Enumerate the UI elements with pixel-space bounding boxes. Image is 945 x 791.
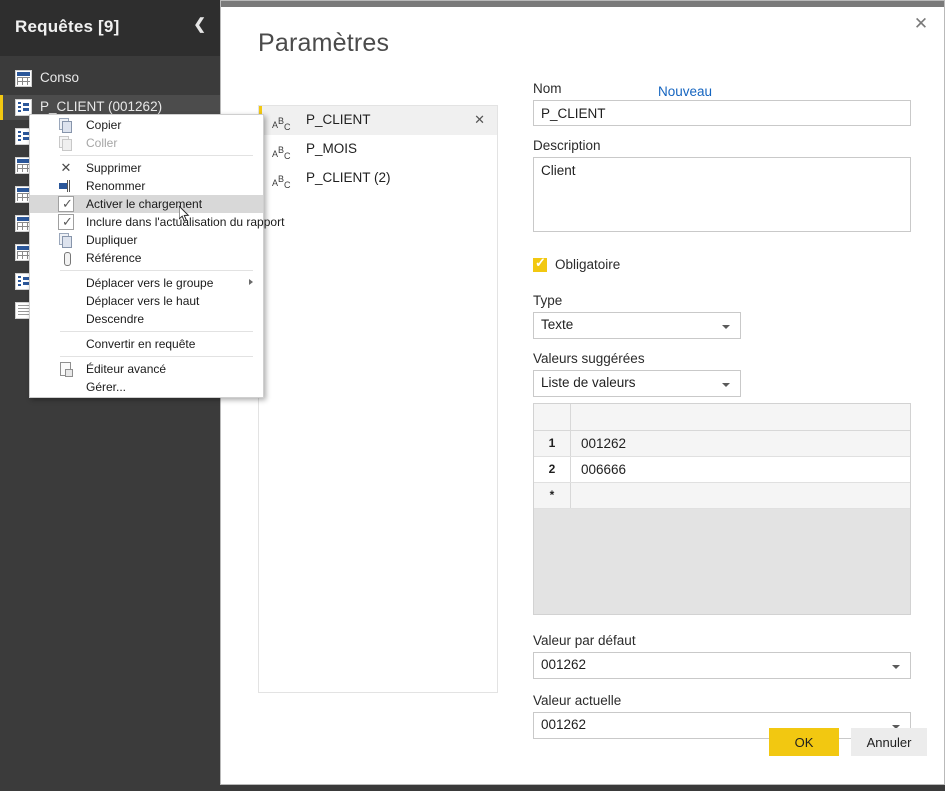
query-context-menu: Copier Coller ✕ Supprimer Renommer ✓ Act… (29, 114, 284, 398)
ok-button[interactable]: OK (769, 728, 839, 756)
context-menu-item-convertir-requete[interactable]: Convertir en requête (30, 335, 263, 353)
row-value: 006666 (581, 462, 627, 477)
queries-pane-title: Requêtes [9] (15, 17, 120, 36)
table-icon (15, 70, 32, 87)
context-menu-item-label: Déplacer vers le groupe (86, 276, 214, 290)
context-menu-item-label: Gérer... (86, 380, 127, 394)
paste-icon (58, 135, 74, 151)
chevron-left-icon[interactable]: ❮ (193, 17, 206, 32)
context-menu-item-editeur-avance[interactable]: Éditeur avancé (30, 360, 263, 378)
close-icon[interactable]: ✕ (910, 13, 932, 35)
context-menu-separator (60, 155, 253, 156)
checkbox-checked-icon: ✓ (58, 196, 74, 212)
context-menu-item-label: Renommer (86, 179, 146, 193)
name-input[interactable] (533, 100, 911, 126)
parameter-list: ABC P_CLIENT ✕ ABC P_MOIS ABC P_CLIENT (… (258, 105, 498, 693)
context-menu-item-label: Descendre (86, 312, 145, 326)
parameter-form: Nom Description Client ✓ Obligatoire Typ… (533, 81, 911, 739)
description-label: Description (533, 138, 601, 153)
required-label: Obligatoire (555, 257, 621, 272)
cancel-button[interactable]: Annuler (851, 728, 927, 756)
context-menu-item-activer-chargement[interactable]: ✓ Activer le chargement (30, 195, 263, 213)
context-menu-item-reference[interactable]: Référence (30, 249, 263, 267)
parameter-list-item-p-client-2[interactable]: ABC P_CLIENT (2) (259, 164, 497, 193)
dialog-button-row: OK Annuler (533, 728, 927, 756)
mouse-pointer-icon (179, 206, 190, 222)
table-row[interactable]: 2 006666 (534, 457, 910, 483)
parameters-dialog: ✕ Paramètres Nouveau ABC P_CLIENT ✕ ABC … (220, 0, 945, 785)
delete-parameter-icon[interactable]: ✕ (474, 112, 485, 128)
parameter-list-item-label: P_MOIS (306, 141, 358, 156)
context-menu-item-copier[interactable]: Copier (30, 116, 263, 134)
default-value-select-value: 001262 (541, 657, 587, 672)
context-menu-item-deplacer-groupe[interactable]: Déplacer vers le groupe (30, 274, 263, 292)
type-label: Type (533, 293, 563, 308)
abc-text-icon: ABC (272, 116, 291, 132)
values-grid-header (534, 404, 910, 431)
context-menu-separator (60, 270, 253, 271)
context-menu-item-supprimer[interactable]: ✕ Supprimer (30, 159, 263, 177)
current-value-label: Valeur actuelle (533, 693, 622, 708)
page-title: Paramètres (258, 29, 390, 57)
sidebar-item-conso[interactable]: Conso (0, 66, 220, 91)
required-checkbox[interactable]: ✓ (533, 255, 547, 272)
row-value: 001262 (581, 436, 627, 451)
context-menu-item-dupliquer[interactable]: Dupliquer (30, 231, 263, 249)
chevron-down-icon (722, 325, 730, 329)
checkbox-checked-icon: ✓ (58, 214, 74, 230)
delete-x-icon: ✕ (60, 160, 72, 175)
context-menu-item-renommer[interactable]: Renommer (30, 177, 263, 195)
queries-pane-header: Requêtes [9] ❮ (0, 0, 220, 56)
values-grid: 1 001262 2 006666 * (533, 403, 911, 615)
context-menu-item-coller: Coller (30, 134, 263, 152)
chevron-down-icon (722, 383, 730, 387)
row-index: 2 (534, 457, 571, 482)
abc-text-icon: ABC (272, 145, 291, 161)
parameter-list-item-p-client[interactable]: ABC P_CLIENT ✕ (259, 106, 497, 135)
context-menu-item-descendre[interactable]: Descendre (30, 310, 263, 328)
parameter-list-item-label: P_CLIENT (306, 112, 371, 127)
sidebar-item-label: P_CLIENT (001262) (40, 99, 163, 114)
description-textarea[interactable]: Client (533, 157, 911, 232)
table-row[interactable]: 1 001262 (534, 431, 910, 457)
abc-text-icon: ABC (272, 174, 291, 190)
context-menu-item-deplacer-haut[interactable]: Déplacer vers le haut (30, 292, 263, 310)
context-menu-item-label: Référence (86, 251, 142, 265)
row-index: 1 (534, 431, 571, 456)
sidebar-item-label: Conso (40, 70, 80, 85)
advanced-editor-icon (58, 361, 74, 377)
context-menu-item-label: Coller (86, 136, 118, 150)
row-index: * (534, 483, 571, 508)
paperclip-icon (58, 250, 74, 266)
default-value-select[interactable]: 001262 (533, 652, 911, 679)
parameter-list-item-p-mois[interactable]: ABC P_MOIS (259, 135, 497, 164)
suggested-values-select[interactable]: Liste de valeurs (533, 370, 741, 397)
type-select-value: Texte (541, 317, 574, 332)
context-menu-item-inclure-actualisation[interactable]: ✓ Inclure dans l'actualisation du rappor… (30, 213, 284, 231)
copy-icon (58, 117, 74, 133)
context-menu-item-label: Déplacer vers le haut (86, 294, 200, 308)
default-value-label: Valeur par défaut (533, 633, 636, 648)
parameter-list-item-label: P_CLIENT (2) (306, 170, 391, 185)
context-menu-item-label: Dupliquer (86, 233, 138, 247)
context-menu-item-label: Éditeur avancé (86, 362, 167, 376)
type-select[interactable]: Texte (533, 312, 741, 339)
context-menu-item-label: Convertir en requête (86, 337, 196, 351)
chevron-down-icon (892, 665, 900, 669)
name-label: Nom (533, 81, 562, 96)
suggested-values-select-value: Liste de valeurs (541, 375, 636, 390)
context-menu-item-label: Supprimer (86, 161, 142, 175)
context-menu-separator (60, 331, 253, 332)
suggested-values-label: Valeurs suggérées (533, 351, 645, 366)
dialog-title-bar (221, 1, 944, 7)
chevron-right-icon (249, 279, 253, 285)
required-checkbox-row: ✓ Obligatoire (533, 255, 911, 275)
table-row-new[interactable]: * (534, 483, 910, 509)
copy-icon (58, 232, 74, 248)
context-menu-item-label: Copier (86, 118, 122, 132)
rename-icon (58, 178, 74, 194)
context-menu-item-gerer[interactable]: Gérer... (30, 378, 263, 396)
context-menu-separator (60, 356, 253, 357)
